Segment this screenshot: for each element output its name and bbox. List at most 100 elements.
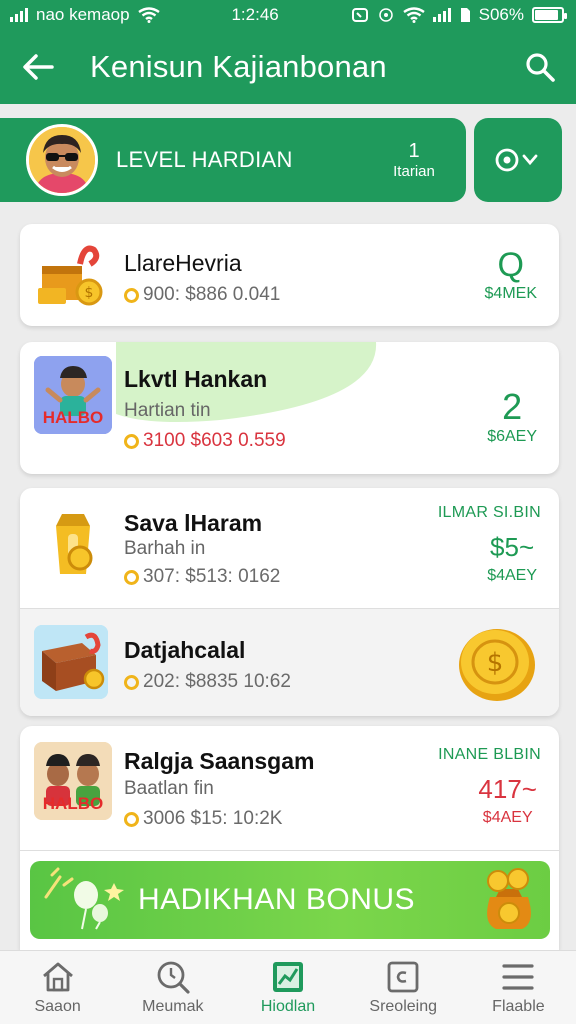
- avatar: [26, 124, 98, 196]
- sim-icon: [460, 8, 470, 22]
- level-count: 1: [408, 140, 420, 162]
- item-stat-text: 3100 $603 0.559: [143, 430, 286, 451]
- chart-icon: [271, 960, 305, 994]
- money-bag-icon: [487, 868, 531, 929]
- item-value-number: 417~: [478, 774, 537, 804]
- nav-label: Sreoleing: [369, 997, 438, 1015]
- item-stat-text: 307: $513: 0162: [143, 566, 281, 587]
- lantern-icon: [34, 508, 112, 586]
- cell-signal-icon: [432, 8, 451, 22]
- cell-signal-icon: [10, 8, 28, 22]
- wifi-icon: [137, 7, 160, 23]
- top-app-bar: nao kemaop 1:2:46 S06% Kenisun Kajianbon…: [0, 0, 576, 104]
- item-name: Sava lHaram: [124, 510, 263, 536]
- battery-percent: S06%: [478, 5, 524, 24]
- svg-text:$: $: [487, 648, 504, 678]
- item-value-label: $4AEY: [487, 567, 537, 584]
- back-button[interactable]: [20, 49, 56, 85]
- level-count-label: Itarian: [393, 163, 435, 180]
- status-time: 1:2:46: [231, 5, 279, 24]
- item-tag: INANE BLBIN: [438, 746, 541, 763]
- list-item[interactable]: HALBO Lkvtl Hankan Hartian tin 3100 $603…: [20, 342, 559, 474]
- item-stat-text: 3006 $15: 10:2K: [143, 808, 283, 829]
- status-bar: nao kemaop 1:2:46 S06%: [0, 0, 576, 30]
- item-value-label: $4AEY: [482, 809, 533, 826]
- square-icon: [386, 960, 420, 994]
- list-item[interactable]: $ LlareHevria 900: $886 0.041 Q $4MEK: [20, 224, 559, 326]
- filter-dropdown-button[interactable]: [474, 118, 562, 202]
- list-item[interactable]: Datjahcalal 202: $8835 10:62 $: [20, 609, 559, 716]
- bottom-navigation: Saaon Meumak Hiodlan Sreoleing Flaable: [0, 950, 576, 1024]
- item-value-number: $5~: [490, 532, 535, 562]
- nav-item-menu[interactable]: Flaable: [461, 951, 576, 1024]
- alarm-icon: [351, 8, 368, 22]
- item-name: Ralgja Saansgam: [124, 748, 315, 774]
- item-name: LlareHevria: [124, 250, 242, 276]
- item-value-number: Q: [497, 246, 524, 284]
- wifi-icon: [402, 7, 425, 23]
- level-card[interactable]: LEVEL HARDIAN 1 Itarian: [0, 118, 466, 202]
- item-value: Q $4MEK: [485, 246, 537, 303]
- list-item[interactable]: Sava lHaram Barhah in 307: $513: 0162 IL…: [20, 488, 559, 608]
- search-clock-icon: [156, 960, 190, 994]
- item-stat-text: 202: $8835 10:62: [143, 671, 291, 692]
- nav-label: Flaable: [492, 997, 545, 1015]
- nav-label: Saaon: [34, 997, 81, 1015]
- nfc-icon: [378, 8, 393, 22]
- item-value: $5~ $4AEY: [487, 532, 537, 585]
- search-icon: [526, 53, 555, 82]
- nav-label: Meumak: [142, 997, 204, 1015]
- bonus-button[interactable]: HADIKHAN BONUS: [30, 861, 550, 939]
- item-subtitle: Hartian tin: [124, 400, 211, 421]
- balloons-sparkle-icon: [44, 867, 124, 930]
- list-item[interactable]: HALBO Ralgja Saansgam Baatlan fin 3006 $…: [20, 726, 559, 850]
- search-button[interactable]: [522, 49, 558, 85]
- item-stat: 900: $886 0.041: [124, 284, 280, 306]
- item-subtitle: Baatlan fin: [124, 778, 214, 799]
- nav-item-search[interactable]: Meumak: [115, 951, 230, 1024]
- coin-icon: [124, 287, 139, 303]
- home-icon: [41, 960, 75, 994]
- item-value-number: 2: [502, 386, 523, 427]
- level-label: LEVEL HARDIAN: [116, 147, 293, 172]
- bonus-label: HADIKHAN BONUS: [138, 883, 416, 916]
- treasure-box-icon: $: [34, 236, 112, 314]
- character-thumbnail: HALBO: [34, 356, 112, 434]
- character-thumbnail: HALBO: [34, 742, 112, 820]
- menu-icon: [501, 960, 535, 994]
- item-name: Lkvtl Hankan: [124, 366, 268, 392]
- nav-item-scanning[interactable]: Sreoleing: [346, 951, 461, 1024]
- carrier-name: nao kemaop: [36, 5, 130, 24]
- item-value: 417~ $4AEY: [478, 774, 537, 827]
- eye-chevron-down-icon: [495, 148, 538, 172]
- item-subtitle: Barhah in: [124, 538, 206, 559]
- divider: [20, 850, 559, 851]
- nav-item-home[interactable]: Saaon: [0, 951, 115, 1024]
- item-stat: 307: $513: 0162: [124, 566, 280, 588]
- page-title: Kenisun Kajianbonan: [90, 49, 387, 84]
- arrow-left-icon: [23, 54, 54, 80]
- list-group: Sava lHaram Barhah in 307: $513: 0162 IL…: [20, 488, 559, 716]
- thumbnail-logo-text: HALBO: [42, 408, 104, 427]
- battery-icon: [532, 7, 567, 23]
- nav-label: Hiodlan: [260, 997, 316, 1015]
- gold-coin-icon: $: [457, 623, 541, 708]
- item-name: Datjahcalal: [124, 637, 246, 663]
- coin-icon: [124, 674, 139, 690]
- item-stat: 3100 $603 0.559: [124, 430, 286, 452]
- coin-icon: [124, 569, 139, 585]
- coin-icon: [124, 433, 139, 449]
- item-value-label: $6AEY: [487, 428, 537, 445]
- treasure-chest-icon: [34, 625, 108, 699]
- svg-text:$: $: [85, 285, 94, 301]
- thumbnail-logo-text: HALBO: [42, 794, 104, 813]
- coin-icon: [124, 811, 139, 827]
- item-stat-text: 900: $886 0.041: [143, 284, 281, 305]
- item-stat: 202: $8835 10:62: [124, 671, 291, 693]
- nav-item-chart[interactable]: Hiodlan: [230, 951, 345, 1024]
- item-value: 2 $6AEY: [487, 386, 537, 446]
- item-value-label: $4MEK: [484, 285, 537, 302]
- app-bar: Kenisun Kajianbonan: [0, 30, 576, 104]
- item-tag: ILMAR SI.BIN: [437, 504, 541, 521]
- item-stat: 3006 $15: 10:2K: [124, 808, 282, 830]
